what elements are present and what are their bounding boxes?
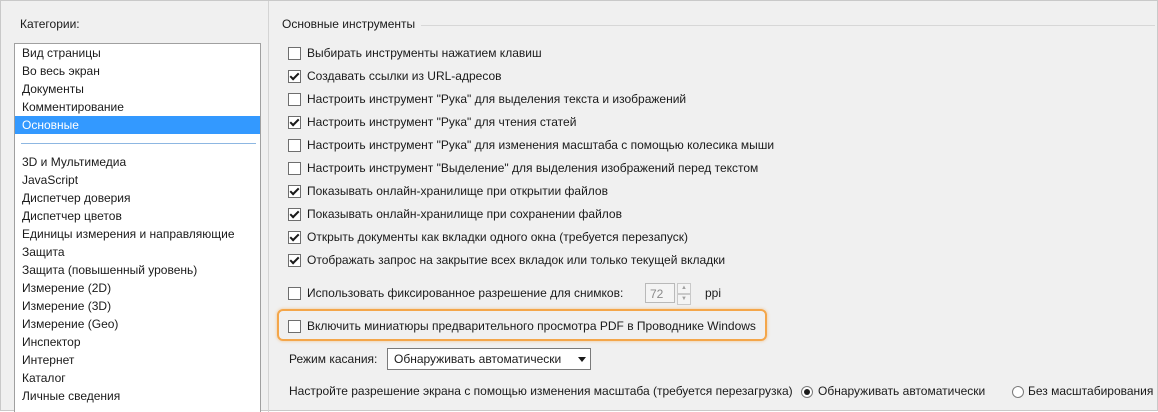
category-item[interactable]: Инспектор bbox=[15, 333, 260, 351]
category-item[interactable]: Вид страницы bbox=[15, 44, 260, 62]
option-row[interactable]: Настроить инструмент "Рука" для выделени… bbox=[288, 91, 686, 107]
category-item[interactable]: Защита (повышенный уровень) bbox=[15, 261, 260, 279]
section-title-rule bbox=[421, 25, 1155, 26]
option-label: Отображать запрос на закрытие всех вклад… bbox=[307, 253, 726, 267]
scaling-auto-radio[interactable] bbox=[801, 386, 813, 398]
option-label: Создавать ссылки из URL-адресов bbox=[307, 69, 502, 83]
pdf-preview-label: Включить миниатюры предварительного прос… bbox=[307, 319, 756, 333]
section-title: Основные инструменты bbox=[282, 17, 416, 31]
option-checkbox[interactable] bbox=[288, 138, 301, 152]
category-item[interactable]: Измерение (Geo) bbox=[15, 315, 260, 333]
category-item[interactable]: Диспетчер доверия bbox=[15, 189, 260, 207]
category-item[interactable]: Личные сведения bbox=[15, 387, 260, 405]
pdf-preview-option[interactable]: Включить миниатюры предварительного прос… bbox=[288, 318, 756, 334]
option-row[interactable]: Выбирать инструменты нажатием клавиш bbox=[288, 45, 542, 61]
categories-title: Категории: bbox=[20, 17, 80, 31]
category-item-selected[interactable]: Основные bbox=[15, 116, 260, 134]
option-checkbox[interactable] bbox=[288, 69, 301, 83]
touch-mode-value: Обнаруживать автоматически bbox=[394, 352, 562, 366]
option-row[interactable]: Настроить инструмент "Рука" для изменени… bbox=[288, 137, 774, 153]
category-item[interactable]: 3D и Мультимедиа bbox=[15, 153, 260, 171]
fixed-resolution-option[interactable]: Использовать фиксированное разрешение дл… bbox=[288, 285, 623, 301]
option-row[interactable]: Показывать онлайн-хранилище при открытии… bbox=[288, 183, 608, 199]
option-checkbox[interactable] bbox=[288, 230, 301, 244]
category-item[interactable]: Диспетчер цветов bbox=[15, 207, 260, 225]
option-checkbox[interactable] bbox=[288, 253, 301, 267]
option-checkbox[interactable] bbox=[288, 115, 301, 129]
option-label: Выбирать инструменты нажатием клавиш bbox=[307, 46, 542, 60]
option-checkbox[interactable] bbox=[288, 161, 301, 175]
touch-mode-label: Режим касания: bbox=[289, 352, 378, 366]
scaling-auto-label: Обнаруживать автоматически bbox=[818, 384, 986, 398]
panel-divider bbox=[268, 1, 269, 412]
category-item[interactable]: Документы bbox=[15, 80, 260, 98]
option-row[interactable]: Отображать запрос на закрытие всех вклад… bbox=[288, 252, 725, 268]
option-label: Настроить инструмент "Рука" для выделени… bbox=[307, 92, 687, 106]
option-checkbox[interactable] bbox=[288, 46, 301, 60]
category-item[interactable]: Каталог bbox=[15, 369, 260, 387]
category-item[interactable]: Единицы измерения и направляющие bbox=[15, 225, 260, 243]
option-label: Показывать онлайн-хранилище при сохранен… bbox=[307, 207, 622, 221]
category-item[interactable]: Во весь экран bbox=[15, 62, 260, 80]
chevron-down-icon[interactable]: ▼ bbox=[677, 294, 691, 305]
scaling-none-label: Без масштабирования bbox=[1028, 384, 1154, 398]
dropdown-arrow-icon[interactable] bbox=[573, 349, 590, 369]
option-checkbox[interactable] bbox=[288, 207, 301, 221]
option-row[interactable]: Показывать онлайн-хранилище при сохранен… bbox=[288, 206, 622, 222]
option-label: Настроить инструмент "Выделение" для выд… bbox=[307, 161, 759, 175]
resolution-stepper[interactable]: ▲ ▼ bbox=[677, 283, 691, 305]
scaling-label: Настройте разрешение экрана с помощью из… bbox=[289, 384, 793, 398]
category-item[interactable]: Измерение (2D) bbox=[15, 279, 260, 297]
fixed-resolution-label: Использовать фиксированное разрешение дл… bbox=[307, 286, 624, 300]
option-label: Открыть документы как вкладки одного окн… bbox=[307, 230, 688, 244]
resolution-input[interactable]: 72 bbox=[645, 283, 675, 303]
scaling-none-radio[interactable] bbox=[1012, 386, 1024, 398]
categories-list[interactable]: Вид страницы Во весь экран Документы Ком… bbox=[14, 43, 261, 412]
option-label: Настроить инструмент "Рука" для чтения с… bbox=[307, 115, 577, 129]
option-label: Настроить инструмент "Рука" для изменени… bbox=[307, 138, 775, 152]
category-item[interactable]: Защита bbox=[15, 243, 260, 261]
category-item[interactable]: JavaScript bbox=[15, 171, 260, 189]
category-item[interactable]: Комментирование bbox=[15, 98, 260, 116]
option-label: Показывать онлайн-хранилище при открытии… bbox=[307, 184, 608, 198]
category-item[interactable]: Измерение (3D) bbox=[15, 297, 260, 315]
category-item[interactable]: Интернет bbox=[15, 351, 260, 369]
option-checkbox[interactable] bbox=[288, 184, 301, 198]
touch-mode-select[interactable]: Обнаруживать автоматически bbox=[387, 348, 591, 370]
option-checkbox[interactable] bbox=[288, 92, 301, 106]
option-row[interactable]: Создавать ссылки из URL-адресов bbox=[288, 68, 502, 84]
option-row[interactable]: Настроить инструмент "Выделение" для выд… bbox=[288, 160, 758, 176]
preferences-panel: Категории: Вид страницы Во весь экран До… bbox=[0, 0, 1158, 412]
option-row[interactable]: Настроить инструмент "Рука" для чтения с… bbox=[288, 114, 576, 130]
resolution-unit: ppi bbox=[705, 286, 722, 300]
fixed-resolution-checkbox[interactable] bbox=[288, 286, 301, 300]
category-separator bbox=[21, 143, 256, 144]
option-row[interactable]: Открыть документы как вкладки одного окн… bbox=[288, 229, 688, 245]
chevron-up-icon[interactable]: ▲ bbox=[677, 283, 691, 294]
pdf-preview-checkbox[interactable] bbox=[288, 319, 301, 333]
